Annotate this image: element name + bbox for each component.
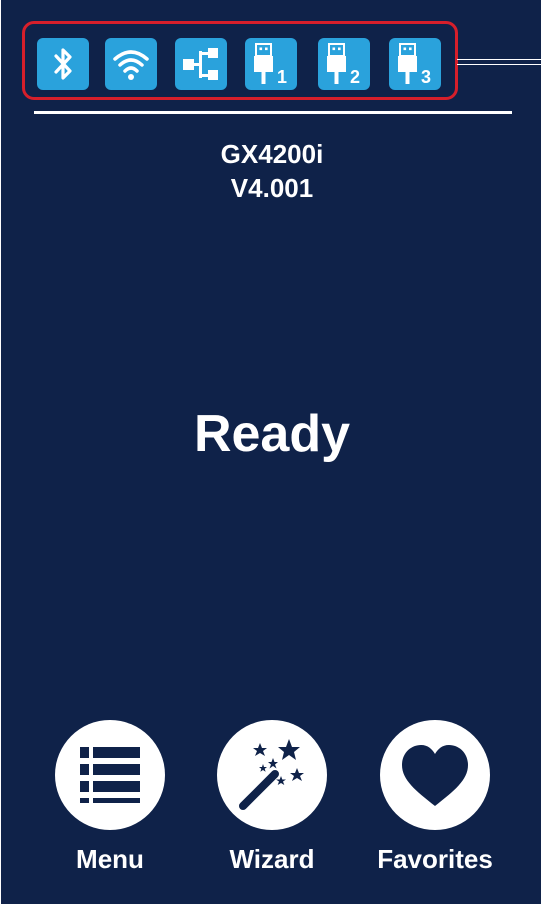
status-divider: [34, 111, 512, 114]
wizard-label[interactable]: Wizard: [187, 843, 357, 875]
printer-display: 1 2 3 GX4200i V4.001 Ready Menu Wizard F…: [1, 0, 541, 904]
usb-port-number: 1: [277, 67, 287, 87]
wizard-button[interactable]: [217, 720, 327, 830]
usb-port-number: 2: [350, 67, 360, 87]
heart-icon: [402, 745, 468, 806]
magic-wand-icon: [239, 739, 304, 810]
usb-port-2-icon: 2: [318, 38, 370, 90]
bluetooth-icon: [37, 38, 89, 90]
firmware-version: V4.001: [230, 173, 314, 203]
list-icon: [80, 747, 140, 803]
favorites-button[interactable]: [380, 720, 490, 830]
printer-model: GX4200i: [220, 139, 324, 169]
favorites-label[interactable]: Favorites: [350, 843, 520, 875]
usb-port-3-icon: 3: [389, 38, 441, 90]
menu-label[interactable]: Menu: [25, 843, 195, 875]
wifi-icon: [105, 38, 157, 90]
callout-line: [457, 59, 542, 65]
usb-port-1-icon: 1: [245, 38, 297, 90]
usb-port-number: 3: [421, 67, 431, 87]
ethernet-icon: [175, 38, 227, 90]
menu-button[interactable]: [55, 720, 165, 830]
printer-status: Ready: [193, 405, 351, 463]
